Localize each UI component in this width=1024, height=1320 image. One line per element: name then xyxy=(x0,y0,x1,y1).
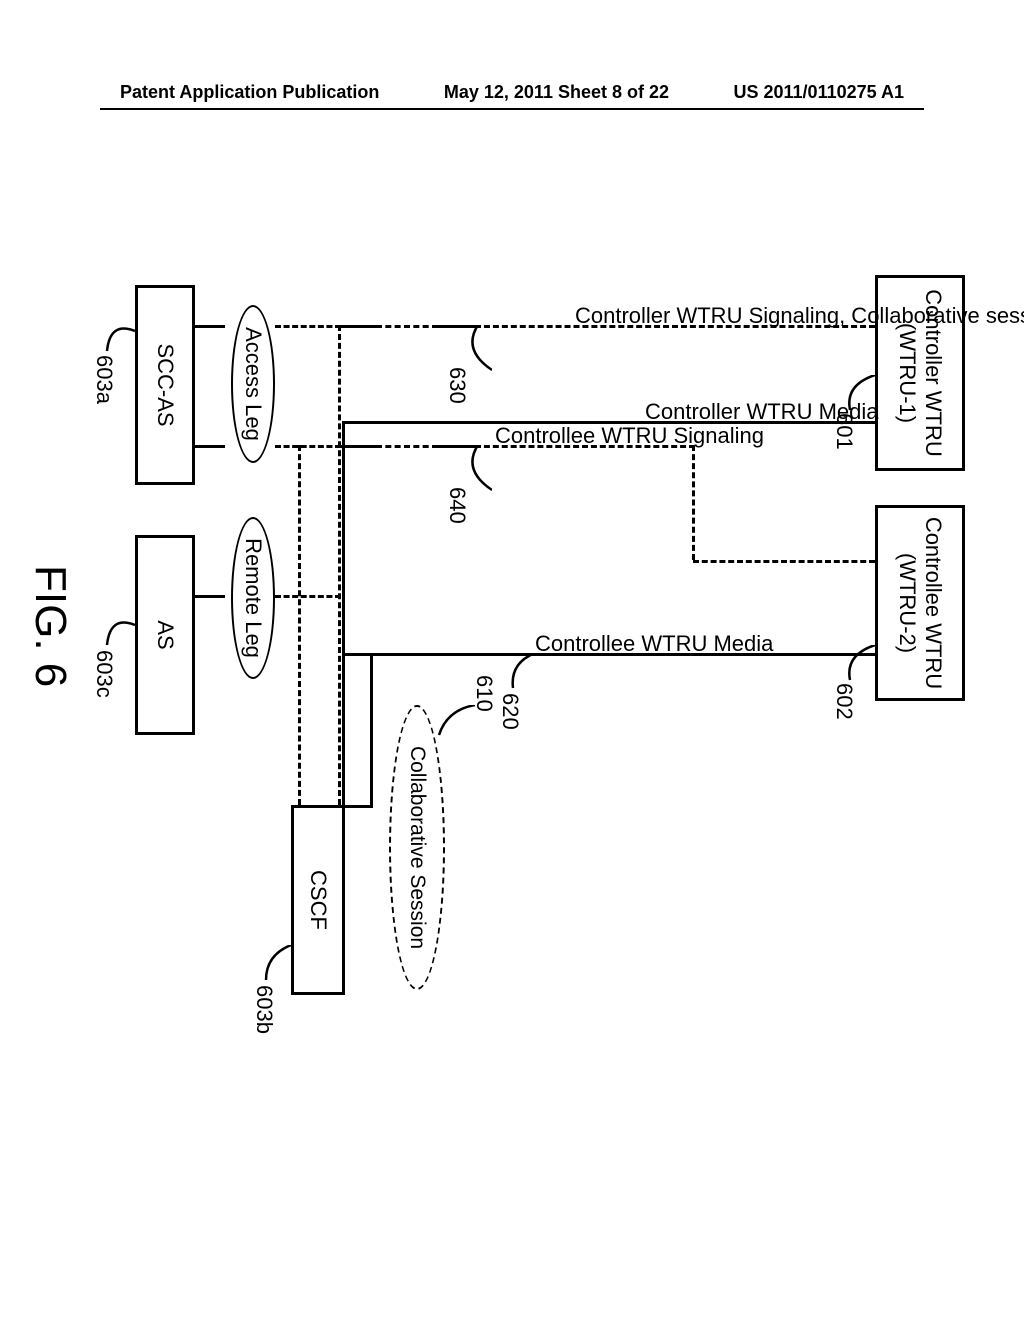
cscf-label: CSCF xyxy=(305,870,331,930)
collab-session-text: Collaborative Session xyxy=(405,746,429,949)
cscf-stub2 xyxy=(341,445,376,448)
header-right: US 2011/0110275 A1 xyxy=(734,82,904,103)
cscf-box: CSCF xyxy=(291,805,345,995)
scc-stub2 xyxy=(195,445,225,448)
header-rule xyxy=(100,108,924,110)
controllee-media-label: Controllee WTRU Media xyxy=(535,631,773,657)
controller-media-line-h xyxy=(342,421,345,805)
sccas-box: SCC-AS xyxy=(135,285,195,485)
cscf-stub1 xyxy=(341,325,376,328)
controllee-sig-line-v2 xyxy=(693,560,875,563)
page-header: Patent Application Publication May 12, 2… xyxy=(0,82,1024,103)
ref-620: 620 xyxy=(497,693,523,730)
controller-sig-label: Controller WTRU Signaling, Collaborative… xyxy=(575,303,1024,329)
wtru2-line2: (WTRU-2) xyxy=(894,553,920,653)
ref-640-lead xyxy=(452,445,492,500)
ref-610: 610 xyxy=(471,675,497,712)
ref-602: 602 xyxy=(831,683,857,720)
cscf-dash-h2 xyxy=(298,445,301,805)
wtru1-line2: (WTRU-1) xyxy=(894,323,920,423)
scc-cscf-dash1 xyxy=(275,325,341,328)
wtru2-box: Controllee WTRU (WTRU-2) xyxy=(875,505,965,701)
as-label: AS xyxy=(152,620,178,649)
ref-603b: 603b xyxy=(251,985,277,1034)
controller-media-label: Controller WTRU Media xyxy=(645,399,879,425)
wtru2-line1: Controllee WTRU xyxy=(920,517,946,689)
remote-leg-text: Remote Leg xyxy=(240,538,266,658)
controllee-media-line-v2 xyxy=(343,805,373,808)
controllee-sig-line-h xyxy=(692,445,695,560)
ref-603c: 603c xyxy=(91,650,117,698)
ref-630-lead xyxy=(452,325,492,380)
collab-dash2 xyxy=(376,445,438,448)
sccas-label: SCC-AS xyxy=(152,343,178,426)
cscf-dash-h1 xyxy=(338,325,341,805)
diagram: 600 Controller WTRU (WTRU-1) Controllee … xyxy=(0,245,975,1055)
controllee-media-line-h xyxy=(370,653,373,805)
as-box: AS xyxy=(135,535,195,735)
access-leg-text: Access Leg xyxy=(240,327,266,441)
controllee-sig-label: Controllee WTRU Signaling xyxy=(495,423,764,449)
as-cscf-dash xyxy=(275,595,341,598)
access-leg-bubble: Access Leg xyxy=(231,305,275,463)
header-left: Patent Application Publication xyxy=(120,82,379,103)
collab-dash1 xyxy=(376,325,438,328)
ref-603a: 603a xyxy=(91,355,117,404)
remote-leg-bubble: Remote Leg xyxy=(231,517,275,679)
figure-label: FIG. 6 xyxy=(25,565,75,687)
scc-stub1 xyxy=(195,325,225,328)
as-stub xyxy=(195,595,225,598)
header-center: May 12, 2011 Sheet 8 of 22 xyxy=(444,82,669,103)
ref-610-lead xyxy=(435,705,475,755)
scc-cscf-dash2 xyxy=(275,445,341,448)
ref-620-lead xyxy=(500,653,535,698)
